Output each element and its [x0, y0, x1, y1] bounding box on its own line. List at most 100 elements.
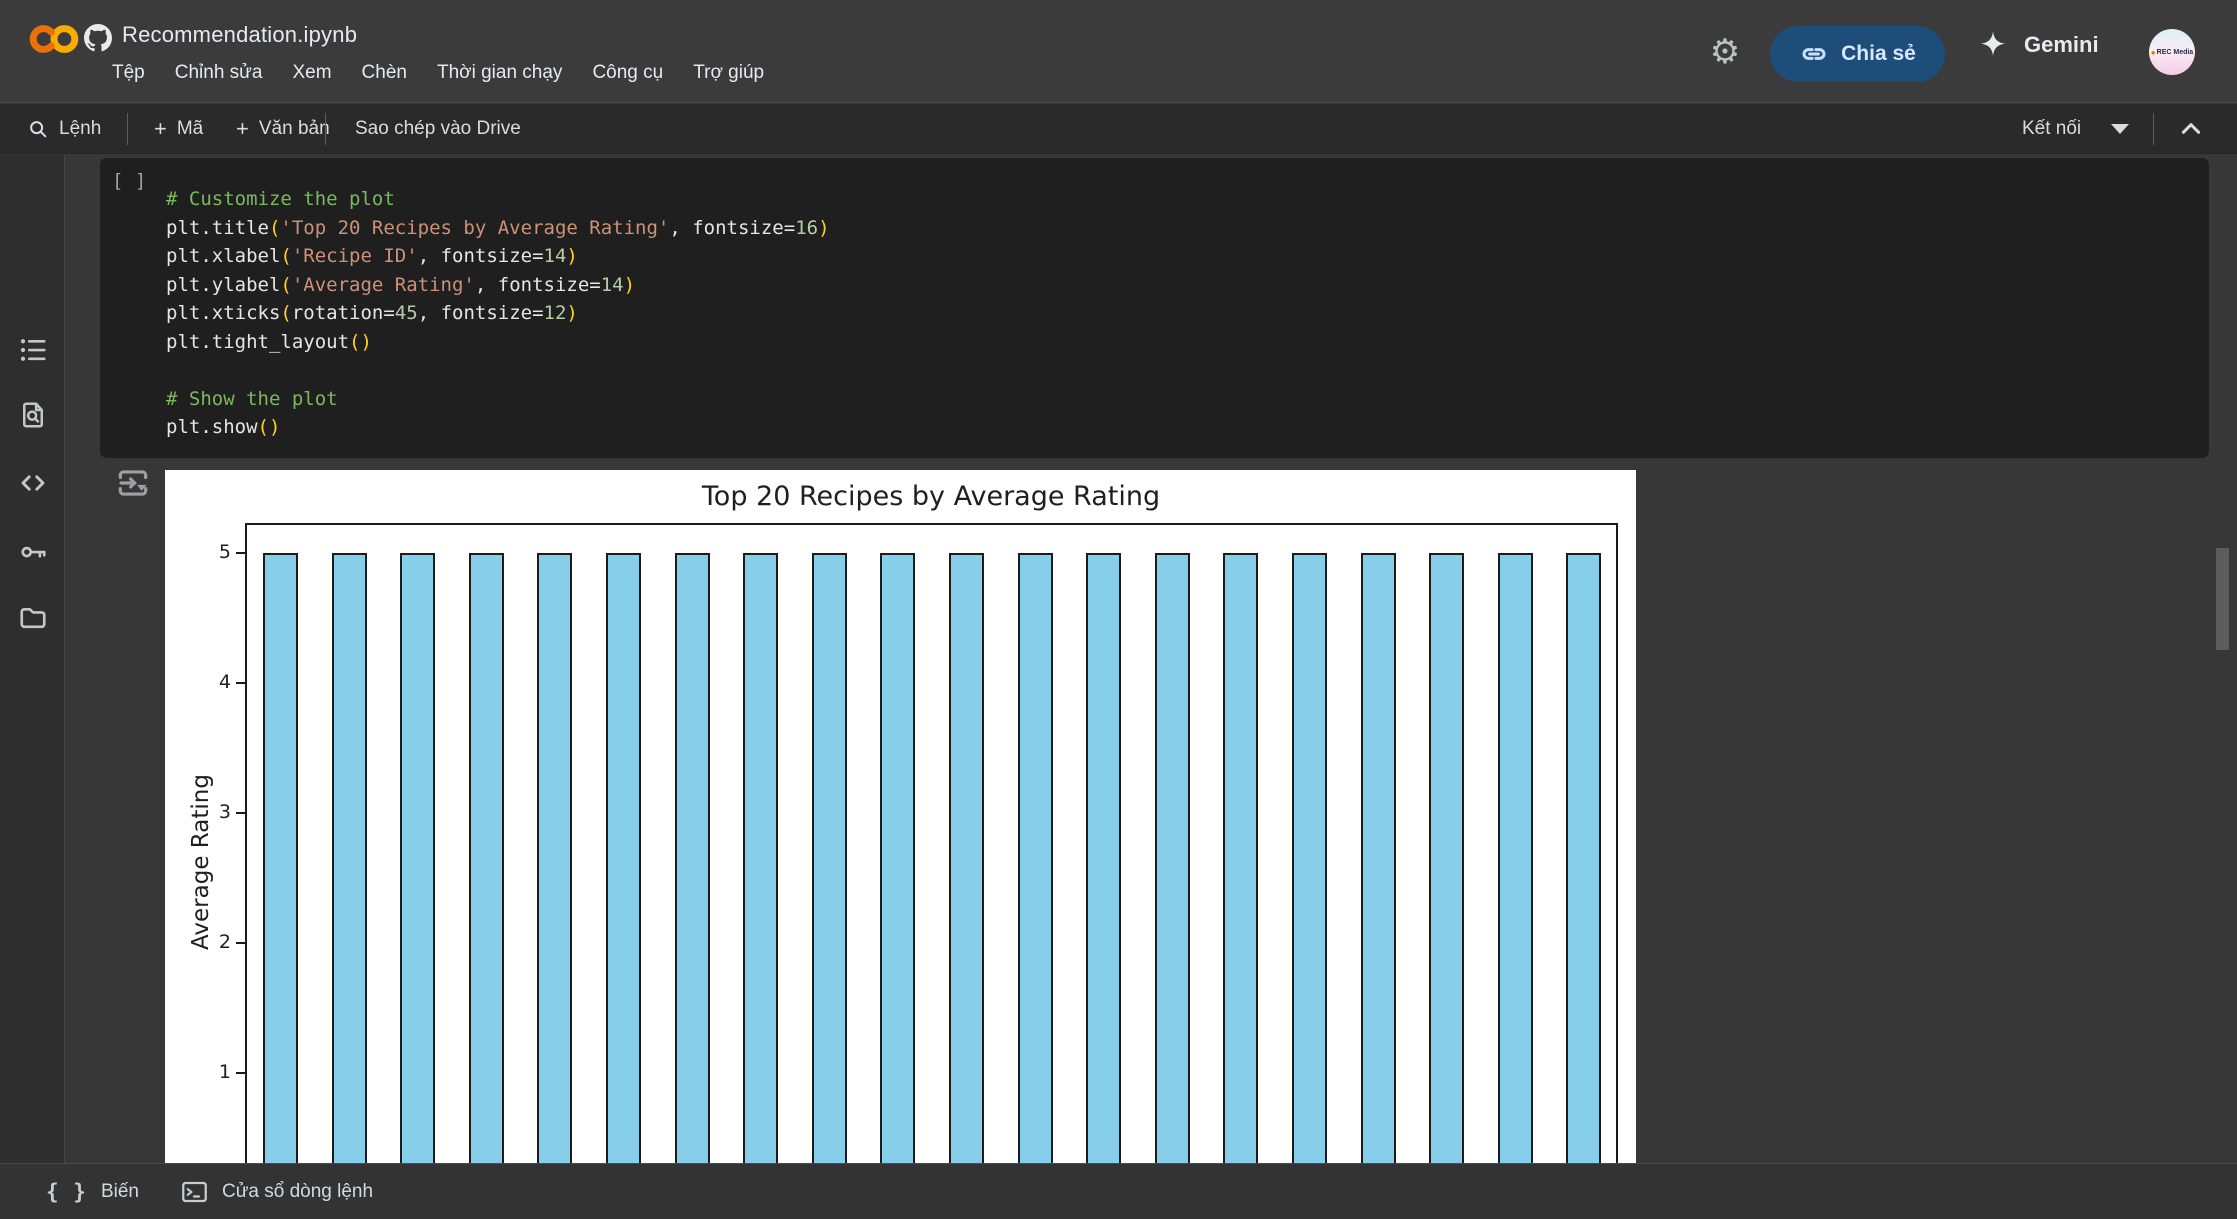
- connect-label: Kết nối: [2022, 118, 2081, 140]
- code-token: (: [280, 302, 291, 324]
- output-options-icon[interactable]: [114, 464, 152, 502]
- code-token: # Customize the plot: [166, 188, 395, 210]
- code-cell: [ ] # Customize the plotplt.title('Top 2…: [100, 158, 2209, 458]
- gemini-button[interactable]: Gemini: [1978, 30, 2099, 60]
- bar: [675, 553, 710, 1163]
- settings-gear-icon[interactable]: ⚙: [1706, 33, 1744, 71]
- y-tick-mark: [236, 552, 245, 554]
- code-token: , fontsize=: [418, 245, 544, 267]
- code-snippets-icon[interactable]: [18, 468, 48, 498]
- command-toolbar: Lệnh + Mã + Văn bản Sao chép vào Drive K…: [0, 104, 2237, 154]
- bar: [263, 553, 298, 1163]
- chart-title: Top 20 Recipes by Average Rating: [702, 481, 1160, 512]
- add-code-button[interactable]: + Mã: [154, 104, 203, 154]
- terminal-icon: [181, 1180, 208, 1204]
- gemini-sparkle-icon: [1978, 30, 2008, 60]
- code-token: , fontsize=: [475, 274, 601, 296]
- code-area[interactable]: # Customize the plotplt.title('Top 20 Re…: [166, 185, 2189, 442]
- terminal-label: Cửa sổ dòng lệnh: [222, 1181, 373, 1203]
- bar: [1361, 553, 1396, 1163]
- code-token: ): [566, 302, 577, 324]
- code-token: ): [566, 245, 577, 267]
- variables-button[interactable]: { } Biến: [46, 1180, 139, 1204]
- menu-item[interactable]: Tệp: [112, 62, 145, 84]
- code-line[interactable]: # Customize the plot: [166, 185, 2189, 214]
- menu-item[interactable]: Chèn: [362, 62, 407, 84]
- code-token: 45: [395, 302, 418, 324]
- bar: [1018, 553, 1053, 1163]
- secrets-key-icon[interactable]: [18, 537, 48, 567]
- toolbar-divider: [2153, 113, 2154, 145]
- code-line[interactable]: plt.ylabel('Average Rating', fontsize=14…: [166, 271, 2189, 300]
- code-token: plt.title: [166, 217, 269, 239]
- code-line[interactable]: plt.tight_layout(): [166, 328, 2189, 357]
- code-line[interactable]: plt.xticks(rotation=45, fontsize=12): [166, 299, 2189, 328]
- bar: [400, 553, 435, 1163]
- y-tick-label: 3: [179, 801, 231, 823]
- notebook-title[interactable]: Recommendation.ipynb: [122, 22, 357, 48]
- chevron-down-icon[interactable]: [2111, 124, 2129, 134]
- variables-label: Biến: [101, 1181, 139, 1203]
- code-token: (): [258, 416, 281, 438]
- vertical-scrollbar-thumb[interactable]: [2216, 548, 2229, 650]
- code-token: 16: [795, 217, 818, 239]
- add-code-label: Mã: [177, 118, 203, 140]
- bar: [537, 553, 572, 1163]
- header: Recommendation.ipynb Tệp Chỉnh sửa Xem Chèn…: [0, 0, 2237, 103]
- code-token: 14: [601, 274, 624, 296]
- left-sidebar: [0, 155, 65, 1163]
- code-token: (: [269, 217, 280, 239]
- menu-item[interactable]: Công cụ: [592, 62, 663, 84]
- add-text-button[interactable]: + Văn bản: [236, 104, 330, 154]
- chevron-up-icon: [2178, 116, 2204, 142]
- code-line[interactable]: plt.xlabel('Recipe ID', fontsize=14): [166, 242, 2189, 271]
- terminal-button[interactable]: Cửa sổ dòng lệnh: [181, 1180, 373, 1204]
- bar: [1155, 553, 1190, 1163]
- bar: [812, 553, 847, 1163]
- menu-item[interactable]: Thời gian chạy: [437, 62, 562, 84]
- collapse-toolbar-button[interactable]: [2178, 104, 2204, 154]
- bar: [1086, 553, 1121, 1163]
- share-label: Chia sẻ: [1841, 42, 1916, 66]
- code-line[interactable]: # Show the plot: [166, 385, 2189, 414]
- bar: [949, 553, 984, 1163]
- search-icon: [27, 118, 49, 140]
- bar: [880, 553, 915, 1163]
- find-replace-icon[interactable]: [18, 400, 48, 430]
- colab-logo[interactable]: [28, 22, 80, 56]
- copy-to-drive-button[interactable]: Sao chép vào Drive: [355, 104, 521, 154]
- connect-button[interactable]: Kết nối: [2022, 104, 2129, 154]
- bar: [1223, 553, 1258, 1163]
- bar: [743, 553, 778, 1163]
- code-line[interactable]: plt.show(): [166, 413, 2189, 442]
- bar: [1429, 553, 1464, 1163]
- code-token: ): [624, 274, 635, 296]
- avatar[interactable]: ● REC Media: [2149, 29, 2195, 75]
- code-line[interactable]: [166, 356, 2189, 385]
- files-folder-icon[interactable]: [18, 603, 48, 633]
- code-token: # Show the plot: [166, 388, 338, 410]
- share-button[interactable]: Chia sẻ: [1770, 26, 1945, 82]
- menu-item[interactable]: Xem: [292, 62, 331, 84]
- chart-axes: [245, 523, 1618, 1163]
- code-token: 'Top 20 Recipes by Average Rating': [280, 217, 669, 239]
- code-token: 12: [544, 302, 567, 324]
- y-tick-mark: [236, 942, 245, 944]
- run-cell-indicator[interactable]: [ ]: [112, 170, 146, 192]
- command-label: Lệnh: [59, 118, 101, 140]
- bar: [469, 553, 504, 1163]
- code-token: 'Recipe ID': [292, 245, 418, 267]
- y-tick-mark: [236, 1072, 245, 1074]
- github-icon[interactable]: [84, 24, 112, 52]
- table-of-contents-icon[interactable]: [18, 335, 48, 365]
- command-palette-button[interactable]: Lệnh: [27, 104, 101, 154]
- menu-item[interactable]: Chỉnh sửa: [175, 62, 263, 84]
- code-token: plt.xticks: [166, 302, 280, 324]
- menu-bar: Tệp Chỉnh sửa Xem Chèn Thời gian chạy Công cụ…: [112, 62, 764, 84]
- menu-item[interactable]: Trợ giúp: [693, 62, 764, 84]
- code-line[interactable]: plt.title('Top 20 Recipes by Average Rat…: [166, 214, 2189, 243]
- code-token: , fontsize=: [418, 302, 544, 324]
- code-token: rotation=: [292, 302, 395, 324]
- code-token: 'Average Rating': [292, 274, 475, 296]
- toolbar-divider: [127, 113, 128, 145]
